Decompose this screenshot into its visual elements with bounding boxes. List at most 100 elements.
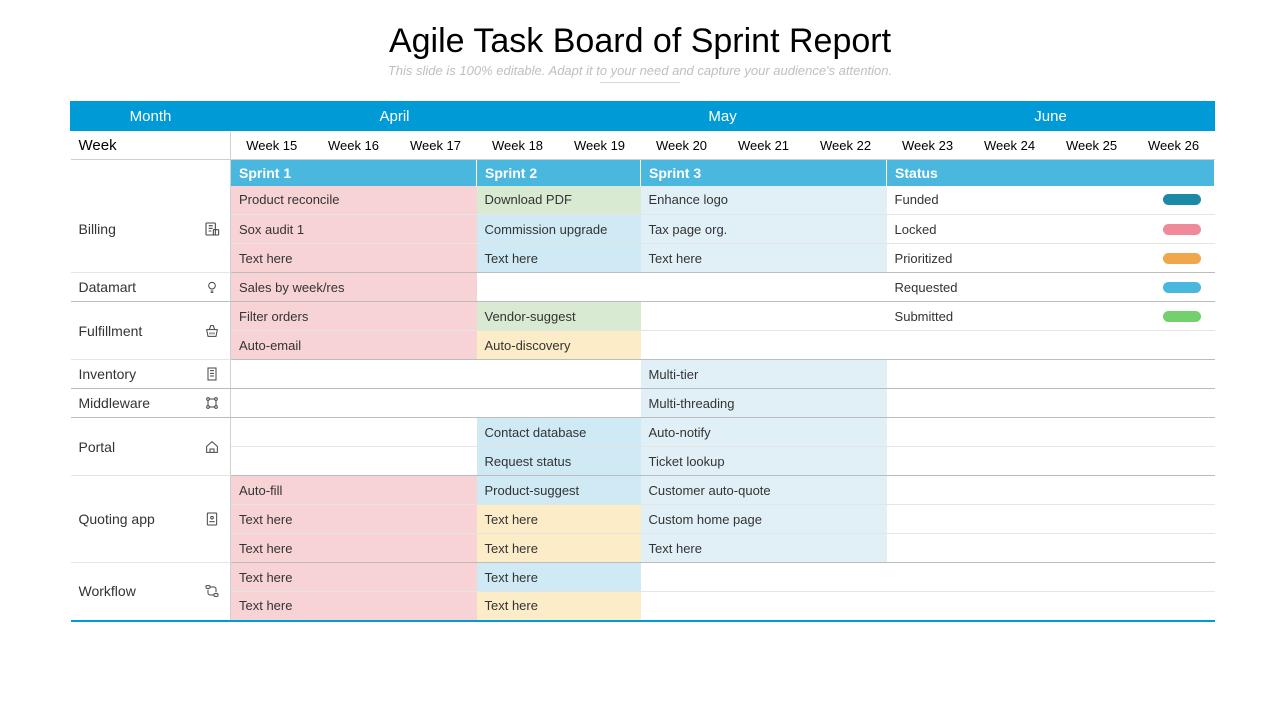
- datamart-row-1: Datamart Sales by week/res Requested: [71, 273, 1215, 302]
- task-cell: Text here: [231, 505, 477, 534]
- status-prioritized: Prioritized: [887, 244, 1215, 273]
- middleware-label: Middleware: [71, 389, 231, 418]
- status-cell: [887, 476, 1215, 505]
- task-cell: Filter orders: [231, 302, 477, 331]
- task-cell: [477, 273, 641, 302]
- task-cell: Vendor-suggest: [477, 302, 641, 331]
- task-cell: Download PDF: [477, 186, 641, 215]
- week-26: Week 26: [1133, 131, 1215, 160]
- week-header-label: Week: [71, 131, 231, 160]
- week-25: Week 25: [1051, 131, 1133, 160]
- status-cell: [887, 505, 1215, 534]
- billing-label: Billing: [71, 186, 231, 273]
- workflow-row-1: Workflow Text here Text here: [71, 563, 1215, 592]
- task-cell: Sox audit 1: [231, 215, 477, 244]
- task-cell: Auto-fill: [231, 476, 477, 505]
- sprint-lead-empty: [71, 160, 231, 186]
- status-funded: Funded: [887, 186, 1215, 215]
- sprint-2-header: Sprint 2: [477, 160, 641, 186]
- task-cell: Contact database: [477, 418, 641, 447]
- task-cell: Text here: [231, 534, 477, 563]
- pill-icon: [1163, 224, 1201, 235]
- status-cell: [887, 592, 1215, 621]
- pill-icon: [1163, 311, 1201, 322]
- flow-icon: [204, 583, 220, 599]
- week-17: Week 17: [395, 131, 477, 160]
- task-cell: [231, 360, 477, 389]
- task-cell: Ticket lookup: [641, 447, 887, 476]
- billing-row-3: Text here Text here Text here Prioritize…: [71, 244, 1215, 273]
- task-cell: Text here: [477, 244, 641, 273]
- inventory-row-1: Inventory Multi-tier: [71, 360, 1215, 389]
- page-subtitle: This slide is 100% editable. Adapt it to…: [70, 63, 1210, 83]
- status-requested: Requested: [887, 273, 1215, 302]
- task-cell: Multi-tier: [641, 360, 887, 389]
- sprint-1-header: Sprint 1: [231, 160, 477, 186]
- status-cell: [887, 447, 1215, 476]
- portal-row-1: Portal Contact database Auto-notify: [71, 418, 1215, 447]
- task-cell: Text here: [641, 534, 887, 563]
- status-submitted: Submitted: [887, 302, 1215, 331]
- task-cell: Text here: [477, 592, 641, 621]
- workflow-label: Workflow: [71, 563, 231, 621]
- task-cell: [231, 418, 477, 447]
- fulfillment-row-1: Fulfillment Filter orders Vendor-suggest…: [71, 302, 1215, 331]
- status-cell: [887, 360, 1215, 389]
- status-cell: [887, 534, 1215, 563]
- sprint-header-row: Sprint 1 Sprint 2 Sprint 3 Status: [71, 160, 1215, 186]
- task-cell: Auto-email: [231, 331, 477, 360]
- week-21: Week 21: [723, 131, 805, 160]
- task-cell: Request status: [477, 447, 641, 476]
- status-locked: Locked: [887, 215, 1215, 244]
- house-icon: [204, 439, 220, 455]
- status-cell: [887, 389, 1215, 418]
- lightbulb-icon: [204, 279, 220, 295]
- week-header-row: Week Week 15 Week 16 Week 17 Week 18 Wee…: [71, 131, 1215, 160]
- page-title: Agile Task Board of Sprint Report: [70, 22, 1210, 61]
- workflow-row-2: Text here Text here: [71, 592, 1215, 621]
- task-cell: Enhance logo: [641, 186, 887, 215]
- month-header-label: Month: [71, 102, 231, 131]
- fulfillment-row-2: Auto-email Auto-discovery: [71, 331, 1215, 360]
- basket-icon: [204, 323, 220, 339]
- task-cell: Text here: [477, 563, 641, 592]
- building-icon: [204, 366, 220, 382]
- week-16: Week 16: [313, 131, 395, 160]
- task-cell: Tax page org.: [641, 215, 887, 244]
- task-cell: Auto-discovery: [477, 331, 641, 360]
- task-cell: Custom home page: [641, 505, 887, 534]
- week-18: Week 18: [477, 131, 559, 160]
- portal-label: Portal: [71, 418, 231, 476]
- status-cell: [887, 563, 1215, 592]
- pill-icon: [1163, 194, 1201, 205]
- task-cell: Customer auto-quote: [641, 476, 887, 505]
- fulfillment-label: Fulfillment: [71, 302, 231, 360]
- portal-row-2: Request status Ticket lookup: [71, 447, 1215, 476]
- week-19: Week 19: [559, 131, 641, 160]
- task-cell: Text here: [641, 244, 887, 273]
- week-24: Week 24: [969, 131, 1051, 160]
- task-cell: Product reconcile: [231, 186, 477, 215]
- middleware-row-1: Middleware Multi-threading: [71, 389, 1215, 418]
- task-cell: [641, 302, 887, 331]
- billing-row-2: Sox audit 1 Commission upgrade Tax page …: [71, 215, 1215, 244]
- task-cell: [641, 273, 887, 302]
- datamart-label: Datamart: [71, 273, 231, 302]
- month-june: June: [887, 102, 1215, 131]
- task-cell: [231, 389, 477, 418]
- week-22: Week 22: [805, 131, 887, 160]
- billing-row-1: Billing Product reconcile Download PDF E…: [71, 186, 1215, 215]
- task-cell: [641, 331, 887, 360]
- task-cell: [641, 563, 887, 592]
- task-cell: Text here: [231, 563, 477, 592]
- week-15: Week 15: [231, 131, 313, 160]
- task-cell: Text here: [477, 534, 641, 563]
- task-cell: [477, 389, 641, 418]
- quoting-row-1: Quoting app Auto-fill Product-suggest Cu…: [71, 476, 1215, 505]
- task-cell: Commission upgrade: [477, 215, 641, 244]
- month-may: May: [559, 102, 887, 131]
- grid-icon: [204, 395, 220, 411]
- quoting-row-2: Text here Text here Custom home page: [71, 505, 1215, 534]
- pill-icon: [1163, 282, 1201, 293]
- month-april: April: [231, 102, 559, 131]
